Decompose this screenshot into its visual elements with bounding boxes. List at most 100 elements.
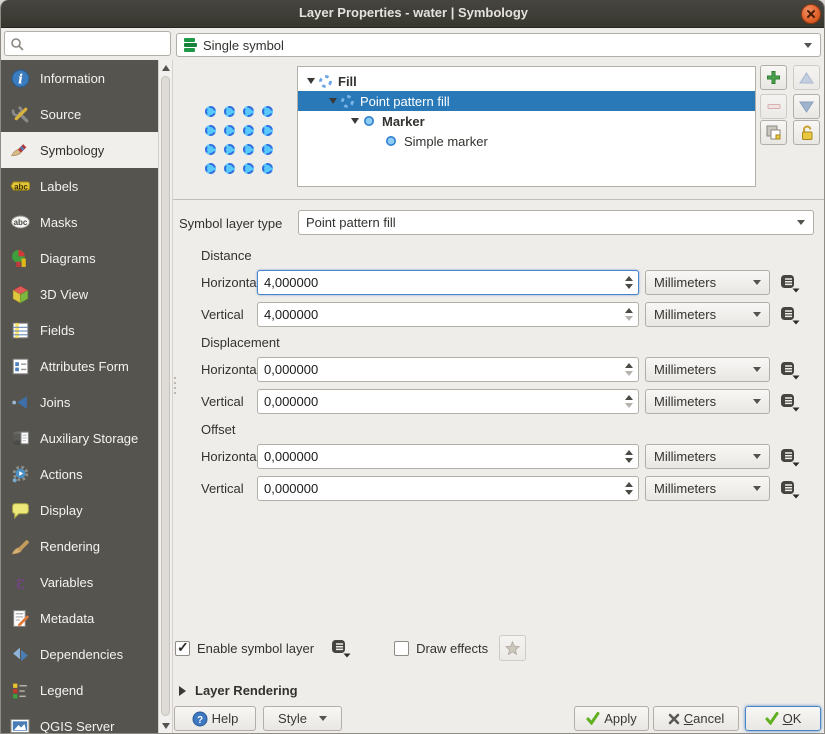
- sidebar-item-dependencies[interactable]: Dependencies: [1, 636, 158, 672]
- duplicate-icon: [765, 124, 782, 141]
- sidebar-item-variables[interactable]: ε Variables: [1, 564, 158, 600]
- displacement-vertical-input[interactable]: [258, 394, 638, 409]
- tree-row-marker[interactable]: Marker: [298, 111, 755, 131]
- spinner-arrows[interactable]: [622, 303, 635, 326]
- apply-button[interactable]: Apply: [574, 706, 649, 731]
- fill-layer-icon: [317, 73, 333, 89]
- search-input-wrap[interactable]: [4, 31, 171, 56]
- sidebar-item-fields[interactable]: Fields: [1, 312, 158, 348]
- splitter-handle[interactable]: [173, 374, 177, 397]
- data-defined-override-icon[interactable]: [779, 447, 801, 467]
- layer-rendering-group[interactable]: Layer Rendering: [179, 683, 298, 698]
- style-button[interactable]: Style: [263, 706, 342, 731]
- distance-group-label: Distance: [201, 248, 252, 263]
- tree-row-fill[interactable]: Fill: [298, 71, 755, 91]
- renderer-select[interactable]: Single symbol: [176, 33, 821, 57]
- data-defined-override-icon[interactable]: [779, 305, 801, 325]
- distance-horizontal-spinbox[interactable]: [257, 270, 639, 295]
- sidebar-item-actions[interactable]: Actions: [1, 456, 158, 492]
- scroll-up-icon[interactable]: [162, 65, 170, 71]
- draw-effects-checkbox[interactable]: [394, 641, 409, 656]
- distance-horizontal-input[interactable]: [258, 275, 638, 290]
- data-defined-override-icon[interactable]: [330, 638, 352, 658]
- expander-icon[interactable]: [326, 98, 339, 104]
- chevron-down-icon: [797, 220, 805, 225]
- offset-vertical-unit-select[interactable]: Millimeters: [645, 476, 770, 501]
- move-up-button[interactable]: [793, 65, 820, 90]
- remove-icon: [767, 103, 781, 110]
- rendering-icon: [8, 536, 32, 556]
- offset-vertical-spinbox[interactable]: [257, 476, 639, 501]
- spinner-arrows[interactable]: [622, 390, 635, 413]
- distance-vertical-spinbox[interactable]: [257, 302, 639, 327]
- offset-horizontal-input[interactable]: [258, 449, 638, 464]
- titlebar[interactable]: Layer Properties - water | Symbology: [1, 0, 825, 28]
- chevron-down-icon: [753, 486, 761, 491]
- sidebar-item-legend[interactable]: Legend: [1, 672, 158, 708]
- offset-horizontal-unit-select[interactable]: Millimeters: [645, 444, 770, 469]
- x-icon: [668, 713, 680, 725]
- offset-vertical-input[interactable]: [258, 481, 638, 496]
- data-defined-override-icon[interactable]: [779, 273, 801, 293]
- ok-button[interactable]: OK: [745, 706, 821, 731]
- sidebar-item-3d-view[interactable]: 3D View: [1, 276, 158, 312]
- offset-horizontal-row: Horizontal Millimeters: [201, 444, 801, 469]
- svg-text:abc: abc: [14, 183, 28, 192]
- check-icon: [765, 712, 779, 725]
- tree-row-simple-marker[interactable]: Simple marker: [298, 131, 755, 151]
- tree-row-point-pattern-fill[interactable]: Point pattern fill: [298, 91, 755, 111]
- remove-symbol-layer-button[interactable]: [760, 94, 787, 119]
- offset-horizontal-spinbox[interactable]: [257, 444, 639, 469]
- displacement-horizontal-unit-select[interactable]: Millimeters: [645, 357, 770, 382]
- window-title: Layer Properties - water | Symbology: [1, 5, 825, 20]
- scroll-down-icon[interactable]: [162, 723, 170, 729]
- spinner-arrows[interactable]: [622, 477, 635, 500]
- move-down-button[interactable]: [793, 94, 820, 119]
- sidebar-item-attributes-form[interactable]: Attributes Form: [1, 348, 158, 384]
- displacement-horizontal-spinbox[interactable]: [257, 357, 639, 382]
- distance-vertical-unit-select[interactable]: Millimeters: [645, 302, 770, 327]
- displacement-vertical-unit-select[interactable]: Millimeters: [645, 389, 770, 414]
- sidebar-item-source[interactable]: Source: [1, 96, 158, 132]
- sidebar-item-metadata[interactable]: Metadata: [1, 600, 158, 636]
- sidebar-item-auxiliary-storage[interactable]: Auxiliary Storage: [1, 420, 158, 456]
- distance-horizontal-unit-select[interactable]: Millimeters: [645, 270, 770, 295]
- spinner-arrows[interactable]: [622, 445, 635, 468]
- sidebar-item-masks[interactable]: abc Masks: [1, 204, 158, 240]
- displacement-horizontal-input[interactable]: [258, 362, 638, 377]
- cancel-button[interactable]: Cancel: [653, 706, 739, 731]
- distance-vertical-input[interactable]: [258, 307, 638, 322]
- sidebar-item-joins[interactable]: Joins: [1, 384, 158, 420]
- information-icon: i: [8, 68, 32, 88]
- displacement-vertical-spinbox[interactable]: [257, 389, 639, 414]
- masks-icon: abc: [8, 212, 32, 232]
- sidebar: i Information Source Symbology abc Label…: [1, 60, 158, 734]
- lock-colors-button[interactable]: [793, 120, 820, 145]
- spinner-arrows[interactable]: [622, 271, 635, 294]
- 3d-view-icon: [8, 284, 32, 304]
- sidebar-item-symbology[interactable]: Symbology: [1, 132, 158, 168]
- sidebar-item-display[interactable]: Display: [1, 492, 158, 528]
- qgis-server-icon: [8, 716, 32, 734]
- close-button[interactable]: [801, 4, 821, 24]
- data-defined-override-icon[interactable]: [779, 392, 801, 412]
- help-button[interactable]: ? Help: [174, 706, 256, 731]
- expander-icon[interactable]: [304, 78, 317, 84]
- duplicate-symbol-layer-button[interactable]: [760, 120, 787, 145]
- sidebar-item-information[interactable]: i Information: [1, 60, 158, 96]
- sidebar-item-diagrams[interactable]: Diagrams: [1, 240, 158, 276]
- expander-icon[interactable]: [348, 118, 361, 124]
- data-defined-override-icon[interactable]: [779, 360, 801, 380]
- sidebar-item-labels[interactable]: abc Labels: [1, 168, 158, 204]
- sidebar-item-rendering[interactable]: Rendering: [1, 528, 158, 564]
- sidebar-item-qgis-server[interactable]: QGIS Server: [1, 708, 158, 734]
- data-defined-override-icon[interactable]: [779, 479, 801, 499]
- search-input[interactable]: [24, 36, 170, 51]
- spinner-arrows[interactable]: [622, 358, 635, 381]
- enable-symbol-layer-checkbox[interactable]: [175, 641, 190, 656]
- sidebar-scrollbar[interactable]: [158, 60, 173, 734]
- symbol-layer-type-select[interactable]: Point pattern fill: [298, 210, 814, 235]
- scrollbar-thumb[interactable]: [161, 76, 170, 716]
- add-symbol-layer-button[interactable]: [760, 65, 787, 90]
- customize-effects-button[interactable]: [499, 635, 526, 661]
